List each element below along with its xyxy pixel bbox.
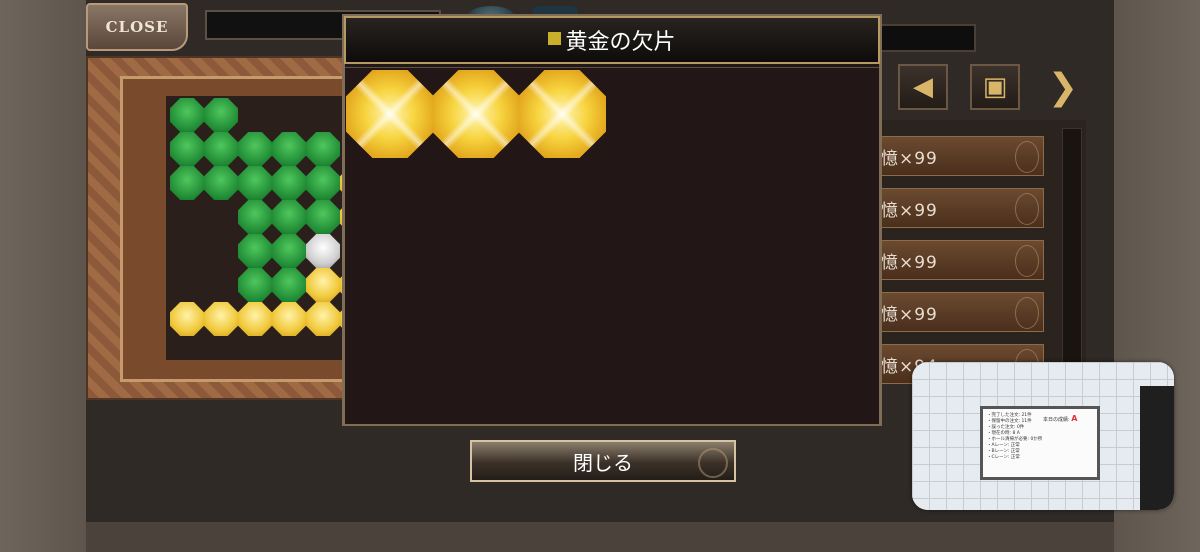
modal-close-label: 閉じる xyxy=(573,450,633,475)
ornament-icon xyxy=(1015,141,1039,173)
whiteboard-line: ・Cレーン: 正常 xyxy=(987,455,1020,460)
green-gem-tile[interactable] xyxy=(170,166,204,200)
list-item[interactable]: 憶×99 xyxy=(880,136,1044,176)
green-gem-tile[interactable] xyxy=(204,98,238,132)
modal-close-button[interactable]: 閉じる xyxy=(470,440,736,482)
modal-header: 黄金の欠片 xyxy=(344,16,880,64)
green-gem-tile[interactable] xyxy=(238,268,272,302)
map-nav-icon[interactable]: ▣ xyxy=(970,64,1020,110)
gold-gem-tile[interactable] xyxy=(238,302,272,336)
green-gem-tile[interactable] xyxy=(238,132,272,166)
list-item-label: 憶×99 xyxy=(881,252,938,273)
whiteboard: 本日の成績: A ・完了した注文: 21件 ・保留中の注文: 11件 ・誤った注… xyxy=(980,406,1100,480)
list-item[interactable]: 憶×99 xyxy=(880,188,1044,228)
list-item-label: 憶×99 xyxy=(881,304,938,325)
title-marker-icon xyxy=(548,31,562,45)
green-gem-tile[interactable] xyxy=(306,166,340,200)
green-gem-tile[interactable] xyxy=(272,132,306,166)
green-gem-tile[interactable] xyxy=(306,200,340,234)
green-gem-tile[interactable] xyxy=(204,132,238,166)
ornament-icon xyxy=(1015,245,1039,277)
gold-fragment-icon xyxy=(518,70,606,158)
left-letterbox xyxy=(0,0,86,552)
green-gem-tile[interactable] xyxy=(306,132,340,166)
list-item[interactable]: 憶×99 xyxy=(880,240,1044,280)
grade-label: 本日の成績: xyxy=(1043,417,1070,423)
chevron-right-icon[interactable]: ❯ xyxy=(1038,64,1088,110)
grade-line: 本日の成績: A xyxy=(1043,414,1078,424)
gold-gem-tile[interactable] xyxy=(306,302,340,336)
green-gem-tile[interactable] xyxy=(170,132,204,166)
white-gem-tile[interactable] xyxy=(306,234,340,268)
gold-gem-tile[interactable] xyxy=(306,268,340,302)
bottom-strip xyxy=(86,522,1114,552)
close-button[interactable]: CLOSE xyxy=(86,3,188,51)
gold-gem-tile[interactable] xyxy=(170,302,204,336)
list-item-label: 憶×99 xyxy=(881,148,938,169)
gold-fragment-icon xyxy=(432,70,520,158)
green-gem-tile[interactable] xyxy=(238,166,272,200)
puzzle-grid[interactable] xyxy=(166,96,346,360)
green-gem-tile[interactable] xyxy=(238,200,272,234)
gold-fragment-icon xyxy=(346,70,434,158)
camera-overlay: 本日の成績: A ・完了した注文: 21件 ・保留中の注文: 11件 ・誤った注… xyxy=(912,362,1174,510)
list-item[interactable]: 憶×99 xyxy=(880,292,1044,332)
back-nav-icon[interactable]: ◀ xyxy=(898,64,948,110)
ornament-icon xyxy=(1015,297,1039,329)
list-scrollbar[interactable] xyxy=(1062,128,1082,370)
swirl-ornament-icon xyxy=(698,448,728,478)
top-status-bar-right xyxy=(870,24,976,52)
list-item-label: 憶×99 xyxy=(881,200,938,221)
dark-doorway xyxy=(1140,386,1174,510)
green-gem-tile[interactable] xyxy=(272,234,306,268)
green-gem-tile[interactable] xyxy=(170,98,204,132)
green-gem-tile[interactable] xyxy=(204,166,238,200)
modal-title: 黄金の欠片 xyxy=(565,30,676,55)
green-gem-tile[interactable] xyxy=(238,234,272,268)
ornament-icon xyxy=(1015,193,1039,225)
green-gem-tile[interactable] xyxy=(272,166,306,200)
grade-value: A xyxy=(1071,414,1078,423)
green-gem-tile[interactable] xyxy=(272,200,306,234)
gold-gem-tile[interactable] xyxy=(204,302,238,336)
green-gem-tile[interactable] xyxy=(272,268,306,302)
gold-gem-tile[interactable] xyxy=(272,302,306,336)
